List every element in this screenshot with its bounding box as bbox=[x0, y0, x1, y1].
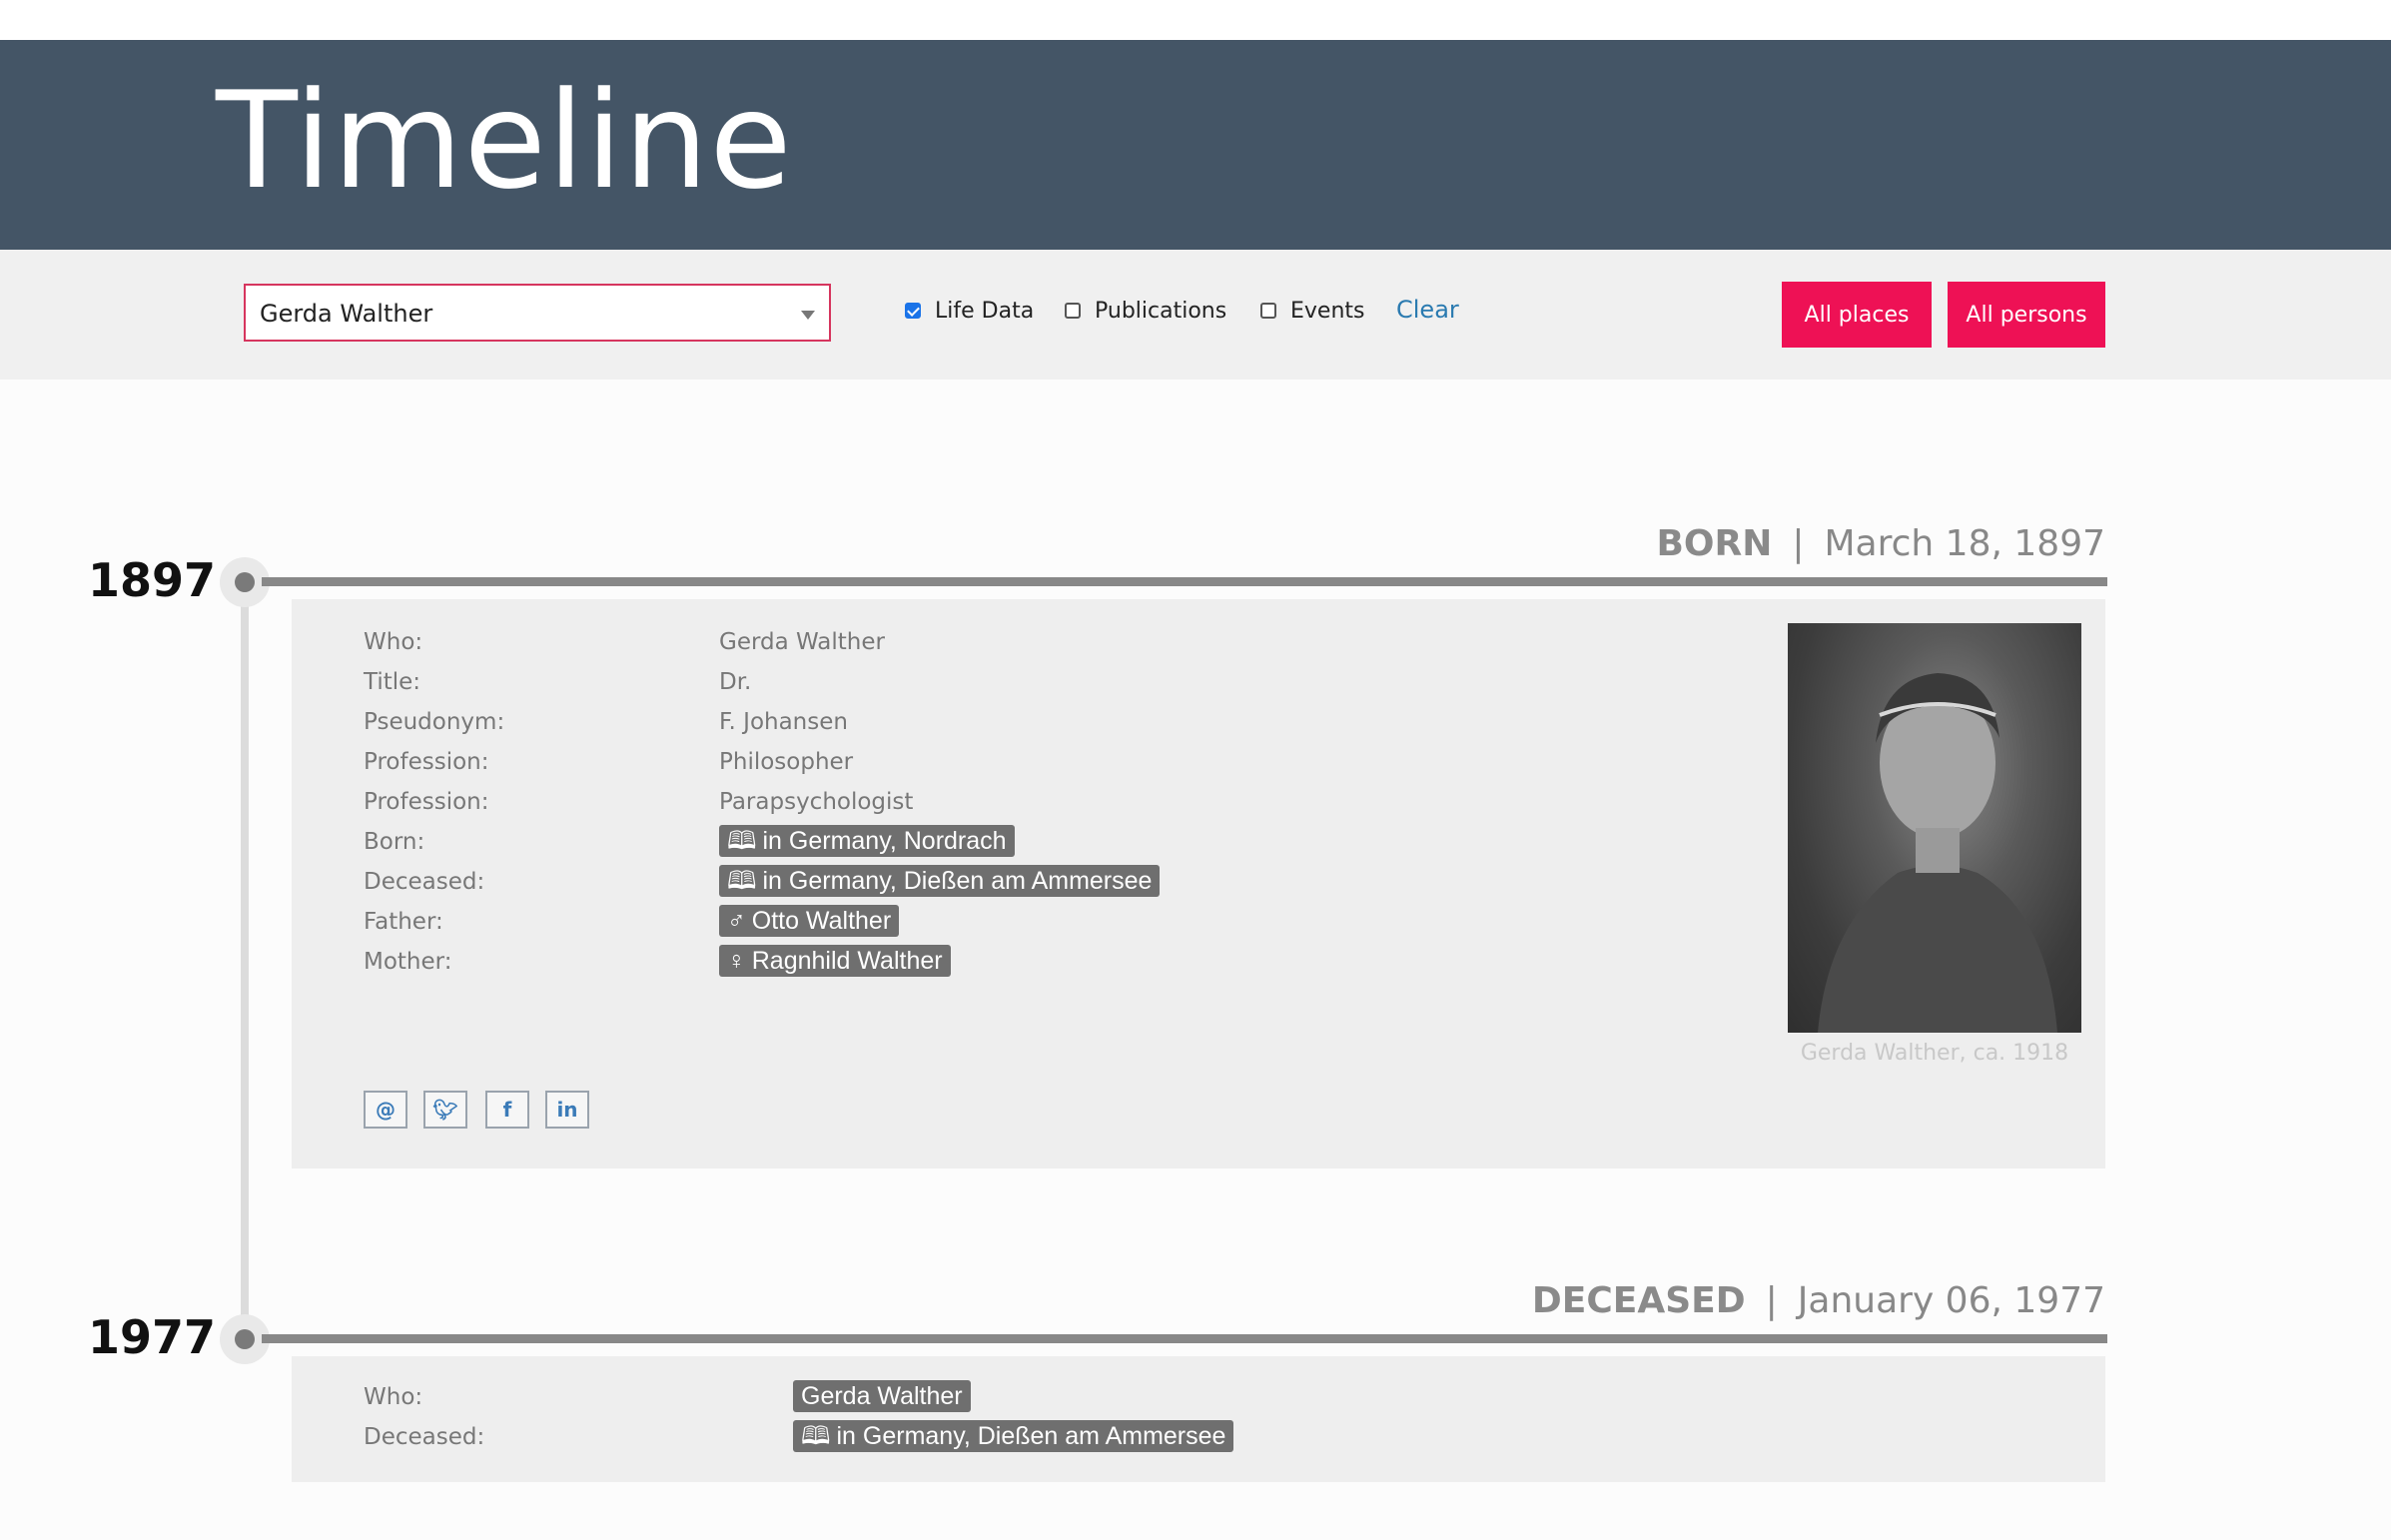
event-heading: DECEASED | January 06, 1977 bbox=[1532, 1280, 2105, 1321]
person-tag[interactable]: ♀ Ragnhild Walther bbox=[719, 945, 951, 977]
filter-events[interactable]: Events bbox=[1260, 296, 1365, 326]
publications-checkbox[interactable] bbox=[1065, 303, 1081, 319]
row-value: F. Johansen bbox=[719, 709, 848, 735]
life-data-label: Life Data bbox=[935, 298, 1035, 324]
row-label: Title: bbox=[364, 669, 421, 695]
tag-text: in Germany, Nordrach bbox=[762, 827, 1007, 855]
tag-text: in Germany, Dießen am Ammersee bbox=[836, 1422, 1226, 1450]
male-icon: ♂ bbox=[727, 907, 746, 935]
tag-text: Gerda Walther bbox=[801, 1382, 963, 1410]
event-year: 1897 bbox=[88, 553, 217, 607]
place-tag[interactable]: 🕮 in Germany, Dießen am Ammersee bbox=[719, 865, 1161, 897]
row-label: Who: bbox=[364, 629, 423, 655]
row-value: Parapsychologist bbox=[719, 789, 914, 815]
filter-toolbar: Gerda Walther Life Data Publications Eve… bbox=[0, 250, 2391, 380]
life-data-checkbox[interactable] bbox=[905, 303, 921, 319]
tag-text: Ragnhild Walther bbox=[751, 947, 943, 975]
event-kind: BORN bbox=[1656, 523, 1773, 564]
row-value: Gerda Walther bbox=[719, 629, 885, 655]
timeline-axis bbox=[241, 579, 249, 1338]
row-label: Father: bbox=[364, 909, 443, 935]
event-card-deceased: Who: Gerda Walther Deceased: 🕮 in Germany… bbox=[292, 1356, 2105, 1482]
events-checkbox[interactable] bbox=[1260, 303, 1276, 319]
map-icon: 🕮 bbox=[801, 1422, 831, 1450]
row-label: Who: bbox=[364, 1384, 423, 1410]
event-year: 1977 bbox=[88, 1310, 217, 1364]
event-date: January 06, 1977 bbox=[1797, 1280, 2105, 1321]
row-label: Profession: bbox=[364, 789, 489, 815]
person-select[interactable]: Gerda Walther bbox=[244, 284, 831, 342]
event-card-born: Who: Gerda Walther Title: Dr. Pseudonym:… bbox=[292, 599, 2105, 1168]
event-heading-separator: | bbox=[1765, 1280, 1778, 1321]
person-select-value: Gerda Walther bbox=[260, 300, 433, 328]
event-date: March 18, 1897 bbox=[1824, 523, 2106, 564]
portrait-photo bbox=[1788, 623, 2081, 1033]
page-header: Timeline bbox=[0, 40, 2391, 250]
row-label: Mother: bbox=[364, 949, 452, 975]
photo-caption: Gerda Walther, ca. 1918 bbox=[1800, 1041, 2069, 1066]
linkedin-icon[interactable]: in bbox=[545, 1091, 589, 1129]
tag-text: in Germany, Dießen am Ammersee bbox=[762, 867, 1153, 895]
event-divider bbox=[262, 577, 2107, 586]
events-label: Events bbox=[1290, 298, 1365, 324]
place-tag[interactable]: 🕮 in Germany, Dießen am Ammersee bbox=[793, 1420, 1234, 1452]
portrait-image bbox=[1818, 673, 2057, 1033]
row-value: Philosopher bbox=[719, 749, 854, 775]
tag-text: Otto Walther bbox=[751, 907, 892, 935]
map-icon: 🕮 bbox=[727, 867, 757, 895]
top-gap bbox=[0, 0, 2391, 40]
clear-link[interactable]: Clear bbox=[1396, 296, 1459, 324]
all-places-button[interactable]: All places bbox=[1782, 282, 1932, 348]
row-value: Dr. bbox=[719, 669, 752, 695]
all-persons-button[interactable]: All persons bbox=[1948, 282, 2105, 348]
filter-life-data[interactable]: Life Data bbox=[905, 296, 1034, 326]
page-title: Timeline bbox=[216, 63, 793, 219]
row-label: Deceased: bbox=[364, 869, 485, 895]
place-tag[interactable]: 🕮 in Germany, Nordrach bbox=[719, 825, 1015, 857]
row-label: Pseudonym: bbox=[364, 709, 505, 735]
chevron-down-icon bbox=[801, 311, 815, 320]
row-label: Deceased: bbox=[364, 1424, 485, 1450]
facebook-icon[interactable]: f bbox=[485, 1091, 529, 1129]
map-icon: 🕮 bbox=[727, 827, 757, 855]
event-divider bbox=[262, 1334, 2107, 1343]
twitter-icon[interactable]: 🐦︎ bbox=[423, 1091, 467, 1129]
event-kind: DECEASED bbox=[1531, 1280, 1746, 1321]
row-label: Born: bbox=[364, 829, 425, 855]
person-tag[interactable]: Gerda Walther bbox=[793, 1380, 971, 1412]
event-heading: BORN | March 18, 1897 bbox=[1656, 523, 2105, 564]
filter-publications[interactable]: Publications bbox=[1065, 296, 1226, 326]
row-label: Profession: bbox=[364, 749, 489, 775]
person-tag[interactable]: ♂ Otto Walther bbox=[719, 905, 900, 937]
publications-label: Publications bbox=[1095, 298, 1227, 324]
email-icon[interactable]: @ bbox=[364, 1091, 407, 1129]
female-icon: ♀ bbox=[727, 947, 746, 975]
event-heading-separator: | bbox=[1792, 523, 1805, 564]
